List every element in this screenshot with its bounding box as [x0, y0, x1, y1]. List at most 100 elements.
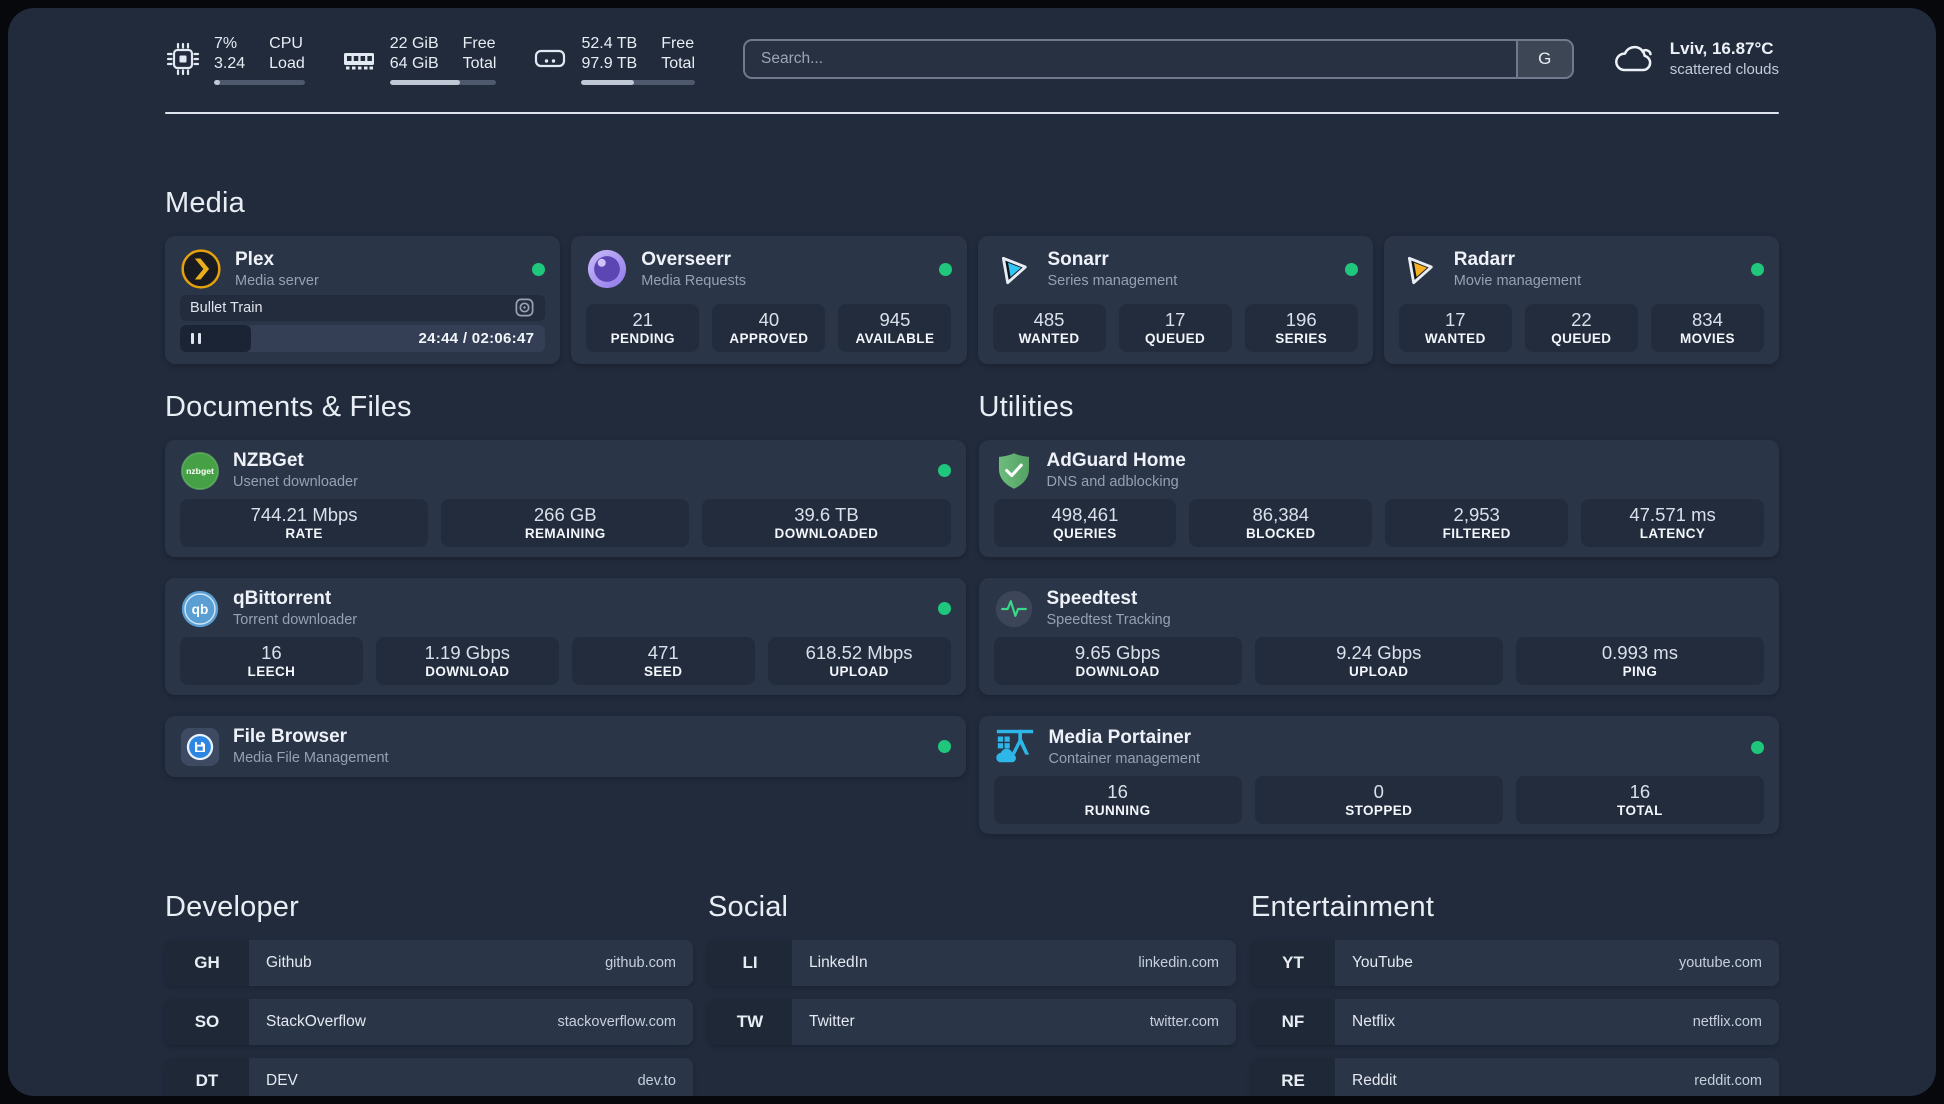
link-name: YouTube: [1352, 954, 1413, 971]
app-title: qBittorrent: [233, 588, 332, 609]
sonarr-icon: [1001, 256, 1027, 285]
playback-time: 24:44 / 02:06:47: [418, 330, 535, 347]
stat-download: 9.65 Gbps DOWNLOAD: [993, 637, 1242, 685]
app-title: Speedtest: [1046, 588, 1138, 609]
app-card-filebrowser[interactable]: File Browser Media File Management: [165, 716, 966, 777]
app-card-qbittorrent[interactable]: qb qBittorrent Torrent downloader 16 LEE…: [165, 578, 966, 695]
cpu-usage-label: CPU: [269, 34, 303, 52]
app-title: AdGuard Home: [1046, 450, 1186, 471]
stat-remaining: 266 GB REMAINING: [441, 499, 690, 547]
stat-latency: 47.571 ms LATENCY: [1581, 499, 1764, 547]
app-title: Media Portainer: [1048, 726, 1192, 748]
app-title: Overseerr: [641, 248, 732, 270]
stat-filtered: 2,953 FILTERED: [1385, 499, 1569, 547]
qbittorrent-icon: qb: [181, 590, 219, 627]
link-github[interactable]: GH Github github.com: [165, 940, 693, 986]
search-provider-button[interactable]: G: [1515, 41, 1572, 77]
link-abbr-badge: GH: [165, 940, 249, 986]
stat-approved: 40 APPROVED: [712, 304, 826, 352]
link-abbr-badge: TW: [708, 999, 792, 1045]
cloud-icon: [1614, 45, 1652, 72]
section-heading-entertainment: Entertainment: [1251, 891, 1435, 923]
cpu-progress-bar: [214, 79, 305, 85]
app-subtitle: Media File Management: [233, 750, 389, 766]
link-dev[interactable]: DT DEV dev.to: [165, 1058, 693, 1096]
section-heading-social: Social: [708, 891, 789, 923]
app-card-radarr[interactable]: Radarr Movie management 17 WANTED 22 QUE…: [1383, 236, 1779, 364]
link-abbr-badge: SO: [165, 999, 249, 1045]
stat-rate: 744.21 Mbps RATE: [180, 499, 429, 547]
status-dot: [532, 262, 546, 276]
stat-stopped: 0 STOPPED: [1254, 776, 1503, 824]
status-dot: [937, 464, 951, 477]
link-abbr-badge: YT: [1251, 940, 1335, 986]
link-youtube[interactable]: YT YouTube youtube.com: [1251, 940, 1779, 986]
app-title: File Browser: [233, 726, 348, 747]
link-url: youtube.com: [1678, 955, 1762, 971]
now-playing-title: Bullet Train: [190, 299, 263, 316]
cpu-usage-value: 7%: [214, 34, 238, 52]
app-subtitle: Speedtest Tracking: [1046, 612, 1171, 628]
link-reddit[interactable]: RE Reddit reddit.com: [1251, 1058, 1779, 1096]
status-dot: [1344, 262, 1358, 276]
stat-upload: 618.52 Mbps UPLOAD: [767, 637, 951, 685]
link-url: github.com: [605, 955, 676, 971]
app-card-sonarr[interactable]: Sonarr Series management 485 WANTED 17 Q…: [977, 236, 1373, 364]
app-card-speedtest[interactable]: Speedtest Speedtest Tracking 9.65 Gbps D…: [978, 578, 1779, 695]
disk-total-value: 97.9 TB: [581, 54, 638, 72]
app-card-nzbget[interactable]: nzbget NZBGet Usenet downloader 744.21 M…: [165, 440, 966, 557]
svg-text:nzbget: nzbget: [186, 466, 214, 476]
app-subtitle: Container management: [1048, 750, 1201, 767]
link-name: Reddit: [1352, 1072, 1397, 1089]
app-subtitle: Media server: [235, 272, 319, 289]
stat-pending: 21 PENDING: [586, 304, 700, 352]
status-dot: [938, 262, 952, 276]
link-abbr-badge: RE: [1251, 1058, 1335, 1096]
search-bar: G: [743, 39, 1574, 79]
speedtest-icon: [995, 590, 1032, 627]
stat-available: 945 AVAILABLE: [838, 304, 952, 352]
app-subtitle: Series management: [1047, 272, 1178, 289]
app-subtitle: Media Requests: [641, 272, 747, 289]
link-url: reddit.com: [1694, 1073, 1762, 1089]
disk-free-value: 52.4 TB: [581, 34, 638, 52]
section-heading-documents: Documents & Files: [165, 391, 412, 423]
top-bar: 7% 3.24 CPU Load 22 GiB 64 GiB Free Tota…: [165, 30, 1779, 88]
stat-wanted: 17 WANTED: [1398, 304, 1512, 352]
app-card-plex[interactable]: Plex Media server Bullet Train 24:44 / 0…: [165, 236, 561, 364]
app-card-overseerr[interactable]: Overseerr Media Requests 21 PENDING 40 A…: [571, 236, 967, 364]
dashboard-app: 7% 3.24 CPU Load 22 GiB 64 GiB Free Tota…: [8, 8, 1936, 1096]
app-card-adguard[interactable]: AdGuard Home DNS and adblocking 498,461 …: [978, 440, 1779, 557]
portainer-icon: [995, 729, 1033, 763]
link-name: LinkedIn: [809, 954, 868, 971]
app-title: Plex: [235, 248, 275, 270]
nzbget-icon: nzbget: [180, 451, 220, 490]
stat-ping: 0.993 ms PING: [1515, 637, 1765, 685]
link-stackoverflow[interactable]: SO StackOverflow stackoverflow.com: [165, 999, 693, 1045]
link-url: netflix.com: [1692, 1014, 1762, 1030]
stat-seed: 471 SEED: [571, 637, 755, 685]
pause-icon[interactable]: [191, 333, 201, 344]
status-dot: [1751, 740, 1764, 754]
stat-leech: 16 LEECH: [180, 637, 363, 685]
cpu-icon: [166, 42, 200, 76]
stat-wanted: 485 WANTED: [992, 304, 1106, 352]
link-url: linkedin.com: [1138, 955, 1219, 971]
disk-free-label: Free: [661, 34, 695, 52]
stat-series: 196 SERIES: [1244, 304, 1358, 352]
topbar-divider: [165, 112, 1779, 114]
link-twitter[interactable]: TW Twitter twitter.com: [708, 999, 1236, 1045]
stat-queued: 22 QUEUED: [1524, 304, 1638, 352]
status-dot: [937, 602, 951, 615]
plex-icon: [181, 249, 221, 289]
link-netflix[interactable]: NF Netflix netflix.com: [1251, 999, 1779, 1045]
app-title: Sonarr: [1047, 248, 1109, 270]
app-card-portainer[interactable]: Media Portainer Container management 16 …: [978, 716, 1779, 834]
search-input[interactable]: [745, 41, 1516, 77]
link-name: DEV: [266, 1072, 298, 1089]
link-name: Netflix: [1352, 1013, 1396, 1030]
section-heading-developer: Developer: [165, 891, 299, 923]
link-linkedin[interactable]: LI LinkedIn linkedin.com: [708, 940, 1236, 986]
playback-progress-bar: 24:44 / 02:06:47: [180, 325, 546, 352]
app-subtitle: Usenet downloader: [233, 474, 358, 490]
